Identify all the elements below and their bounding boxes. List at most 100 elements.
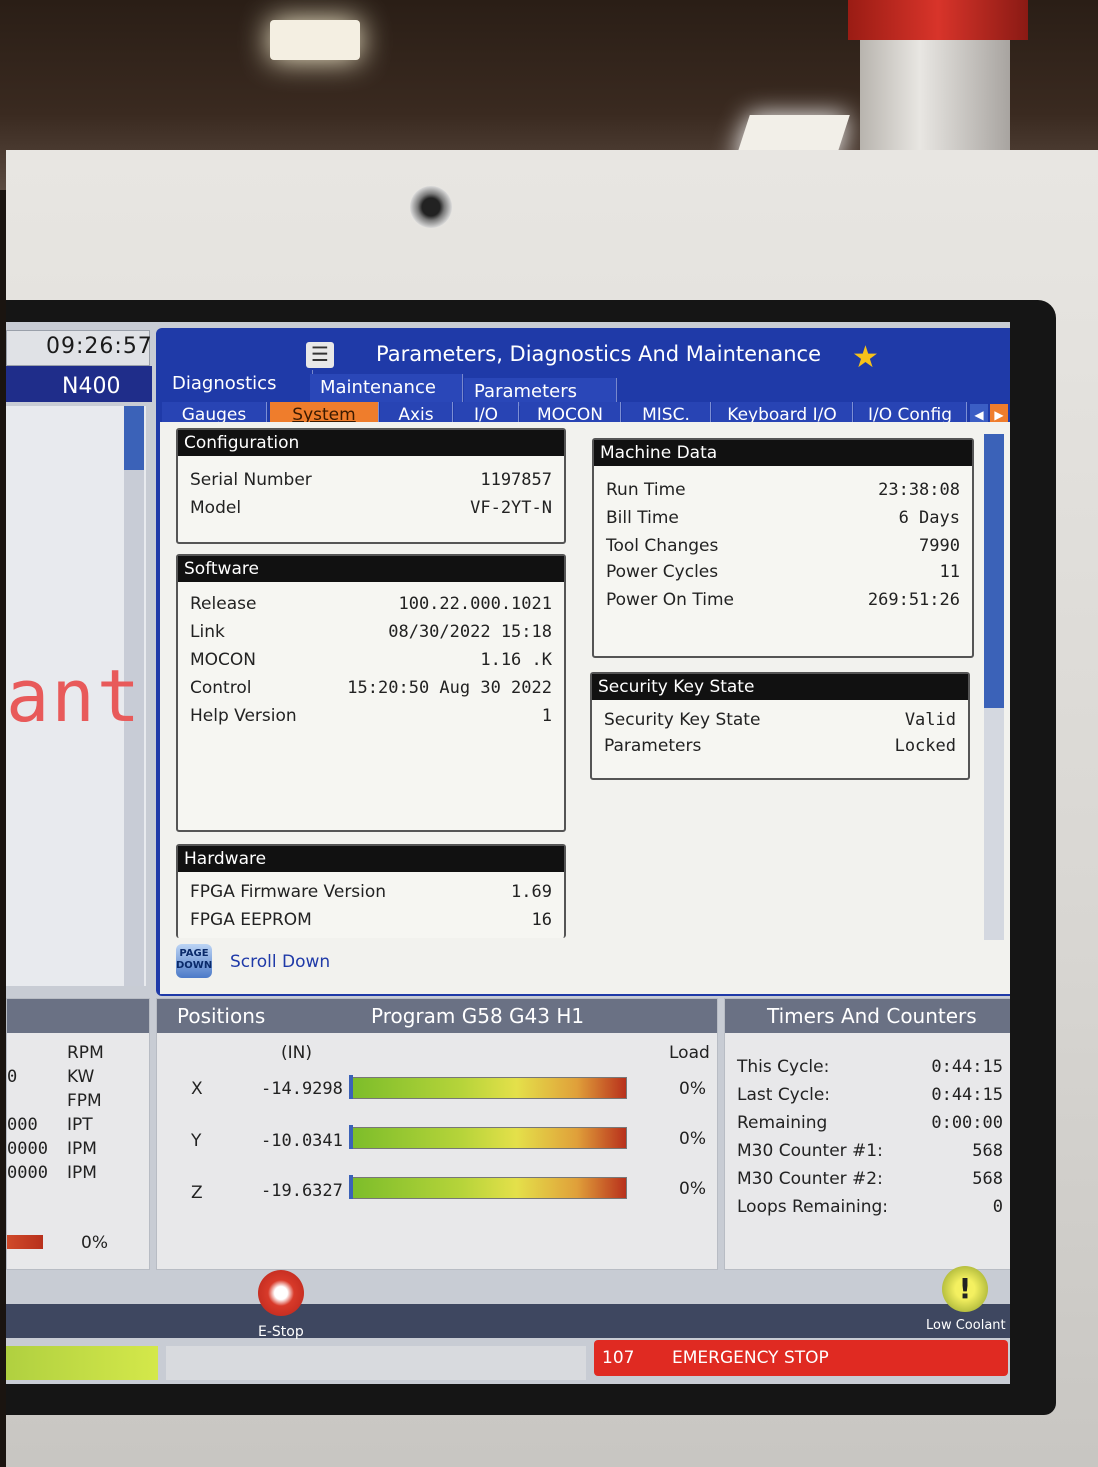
machine-data-row: Bill Time 6 Days (606, 508, 960, 532)
card-title: Configuration (178, 430, 564, 456)
software-row: Control 15:20:50 Aug 30 2022 (190, 678, 552, 702)
program-codes: Program G58 G43 H1 (371, 1004, 585, 1028)
unit-label: RPM (67, 1043, 104, 1063)
row-label: Model (190, 498, 242, 518)
axis-load: 0% (679, 1079, 706, 1099)
config-row: Serial Number 1197857 (190, 470, 552, 494)
row-value: 16 (531, 910, 552, 930)
axis-load: 0% (679, 1129, 706, 1149)
row-value: 7990 (919, 536, 960, 556)
spindle-value: 0 (7, 1067, 18, 1087)
spindle-header (7, 999, 149, 1033)
axis-position: -10.0341 (261, 1131, 343, 1151)
row-label: Security Key State (604, 710, 761, 730)
ceiling-light (270, 20, 360, 60)
favorite-star-icon[interactable]: ★ (852, 340, 879, 375)
clock-time: 09:26:57 (46, 334, 153, 359)
axis-label: X (191, 1079, 203, 1099)
software-row: Release 100.22.000.1021 (190, 594, 552, 618)
card-title: Security Key State (592, 674, 968, 700)
row-value: Valid (904, 710, 956, 730)
row-label: Serial Number (190, 470, 312, 490)
content-scroll-thumb[interactable] (984, 434, 1004, 708)
row-label: Bill Time (606, 508, 679, 528)
positions-header: Positions Program G58 G43 H1 (157, 999, 717, 1033)
tab-diagnostics[interactable]: Diagnostics (162, 370, 313, 398)
software-row: Link 08/30/2022 15:18 (190, 622, 552, 646)
page-down-key-icon[interactable]: PAGE DOWN (176, 944, 212, 978)
timer-label: Remaining (737, 1113, 828, 1133)
hardware-row: FPGA Firmware Version 1.69 (190, 882, 552, 906)
software-card: Software Release 100.22.000.1021 Link 08… (176, 554, 566, 832)
row-value: 11 (939, 562, 960, 582)
positions-panel: Positions Program G58 G43 H1 (IN) Load X… (156, 998, 718, 1270)
axis-label: Z (191, 1183, 203, 1203)
security-key-card: Security Key State Security Key State Va… (590, 672, 970, 780)
axis-load-bar (351, 1177, 627, 1199)
camera-icon (410, 186, 452, 228)
unit-label: IPM (67, 1139, 97, 1159)
scroll-down-hint: Scroll Down (230, 952, 331, 972)
warning-icon: ! (942, 1266, 988, 1312)
config-row: Model VF-2YT-N (190, 498, 552, 522)
timers-header: Timers And Counters (725, 999, 1010, 1033)
counter-value: 0 (992, 1197, 1003, 1217)
status-indicator-empty (166, 1346, 586, 1380)
row-label: Power On Time (606, 590, 734, 610)
row-label: Run Time (606, 480, 686, 500)
hardware-card: Hardware FPGA Firmware Version 1.69 FPGA… (176, 844, 566, 938)
row-value: 08/30/2022 15:18 (388, 622, 552, 642)
status-indicator-green (6, 1346, 158, 1380)
timer-label: Last Cycle: (737, 1085, 831, 1105)
row-label: MOCON (190, 650, 257, 670)
panel-title: Parameters, Diagnostics And Maintenance (376, 342, 821, 366)
positions-title: Positions (177, 1004, 266, 1028)
axis-load-marker (349, 1075, 353, 1099)
coolant-pipe-cap (848, 0, 1028, 40)
row-value: 23:38:08 (878, 480, 960, 500)
axis-position: -14.9298 (261, 1079, 343, 1099)
spindle-panel: RPM 0 KW FPM 000 IPT 0000 IPM 0000 IPM 0… (6, 998, 150, 1270)
counter-value: 568 (972, 1169, 1003, 1189)
program-line: N400 (62, 374, 121, 399)
machine-data-row: Power On Time 269:51:26 (606, 590, 960, 614)
row-label: Power Cycles (606, 562, 719, 582)
machine-data-row: Tool Changes 7990 (606, 536, 960, 560)
axis-load-bar (351, 1077, 627, 1099)
spindle-value: 0000 (7, 1163, 48, 1183)
card-title: Software (178, 556, 564, 582)
unit-label: FPM (67, 1091, 102, 1111)
timers-panel: Timers And Counters This Cycle: 0:44:15 … (724, 998, 1010, 1270)
row-label: Parameters (604, 736, 702, 756)
card-title: Machine Data (594, 440, 972, 466)
counter-label: M30 Counter #1: (737, 1141, 883, 1161)
alarm-text: EMERGENCY STOP (672, 1348, 829, 1368)
row-label: FPGA EEPROM (190, 910, 312, 930)
timer-value: 0:00:00 (931, 1113, 1003, 1133)
row-label: Release (190, 594, 257, 614)
row-value: 1197857 (480, 470, 552, 490)
row-value: 269:51:26 (867, 590, 960, 610)
row-label: Control (190, 678, 252, 698)
estop-label: E-Stop (258, 1324, 304, 1340)
alarm-bar[interactable]: 107 EMERGENCY STOP (594, 1340, 1008, 1376)
load-header: Load (669, 1043, 710, 1063)
program-scroll-thumb[interactable] (124, 406, 144, 470)
tab-maintenance[interactable]: Maintenance (310, 374, 463, 402)
security-row: Parameters Locked (604, 736, 956, 760)
row-label: Help Version (190, 706, 297, 726)
row-value: 1.69 (511, 882, 552, 902)
hardware-row: FPGA EEPROM 16 (190, 910, 552, 934)
menu-icon[interactable]: ☰ (306, 342, 334, 368)
counter-label: Loops Remaining: (737, 1197, 889, 1217)
row-label: Tool Changes (606, 536, 719, 556)
spindle-load: 0% (81, 1233, 108, 1253)
unit-label: KW (67, 1067, 95, 1087)
row-value: 1.16 .K (480, 650, 552, 670)
estop-icon (258, 1270, 304, 1316)
counter-label: M30 Counter #2: (737, 1169, 883, 1189)
security-row: Security Key State Valid (604, 710, 956, 734)
timer-label: This Cycle: (737, 1057, 830, 1077)
control-screen: 09:26:57 N400 ant ☰ Parameters, Diagnost… (6, 322, 1010, 1384)
software-row: Help Version 1 (190, 706, 552, 730)
